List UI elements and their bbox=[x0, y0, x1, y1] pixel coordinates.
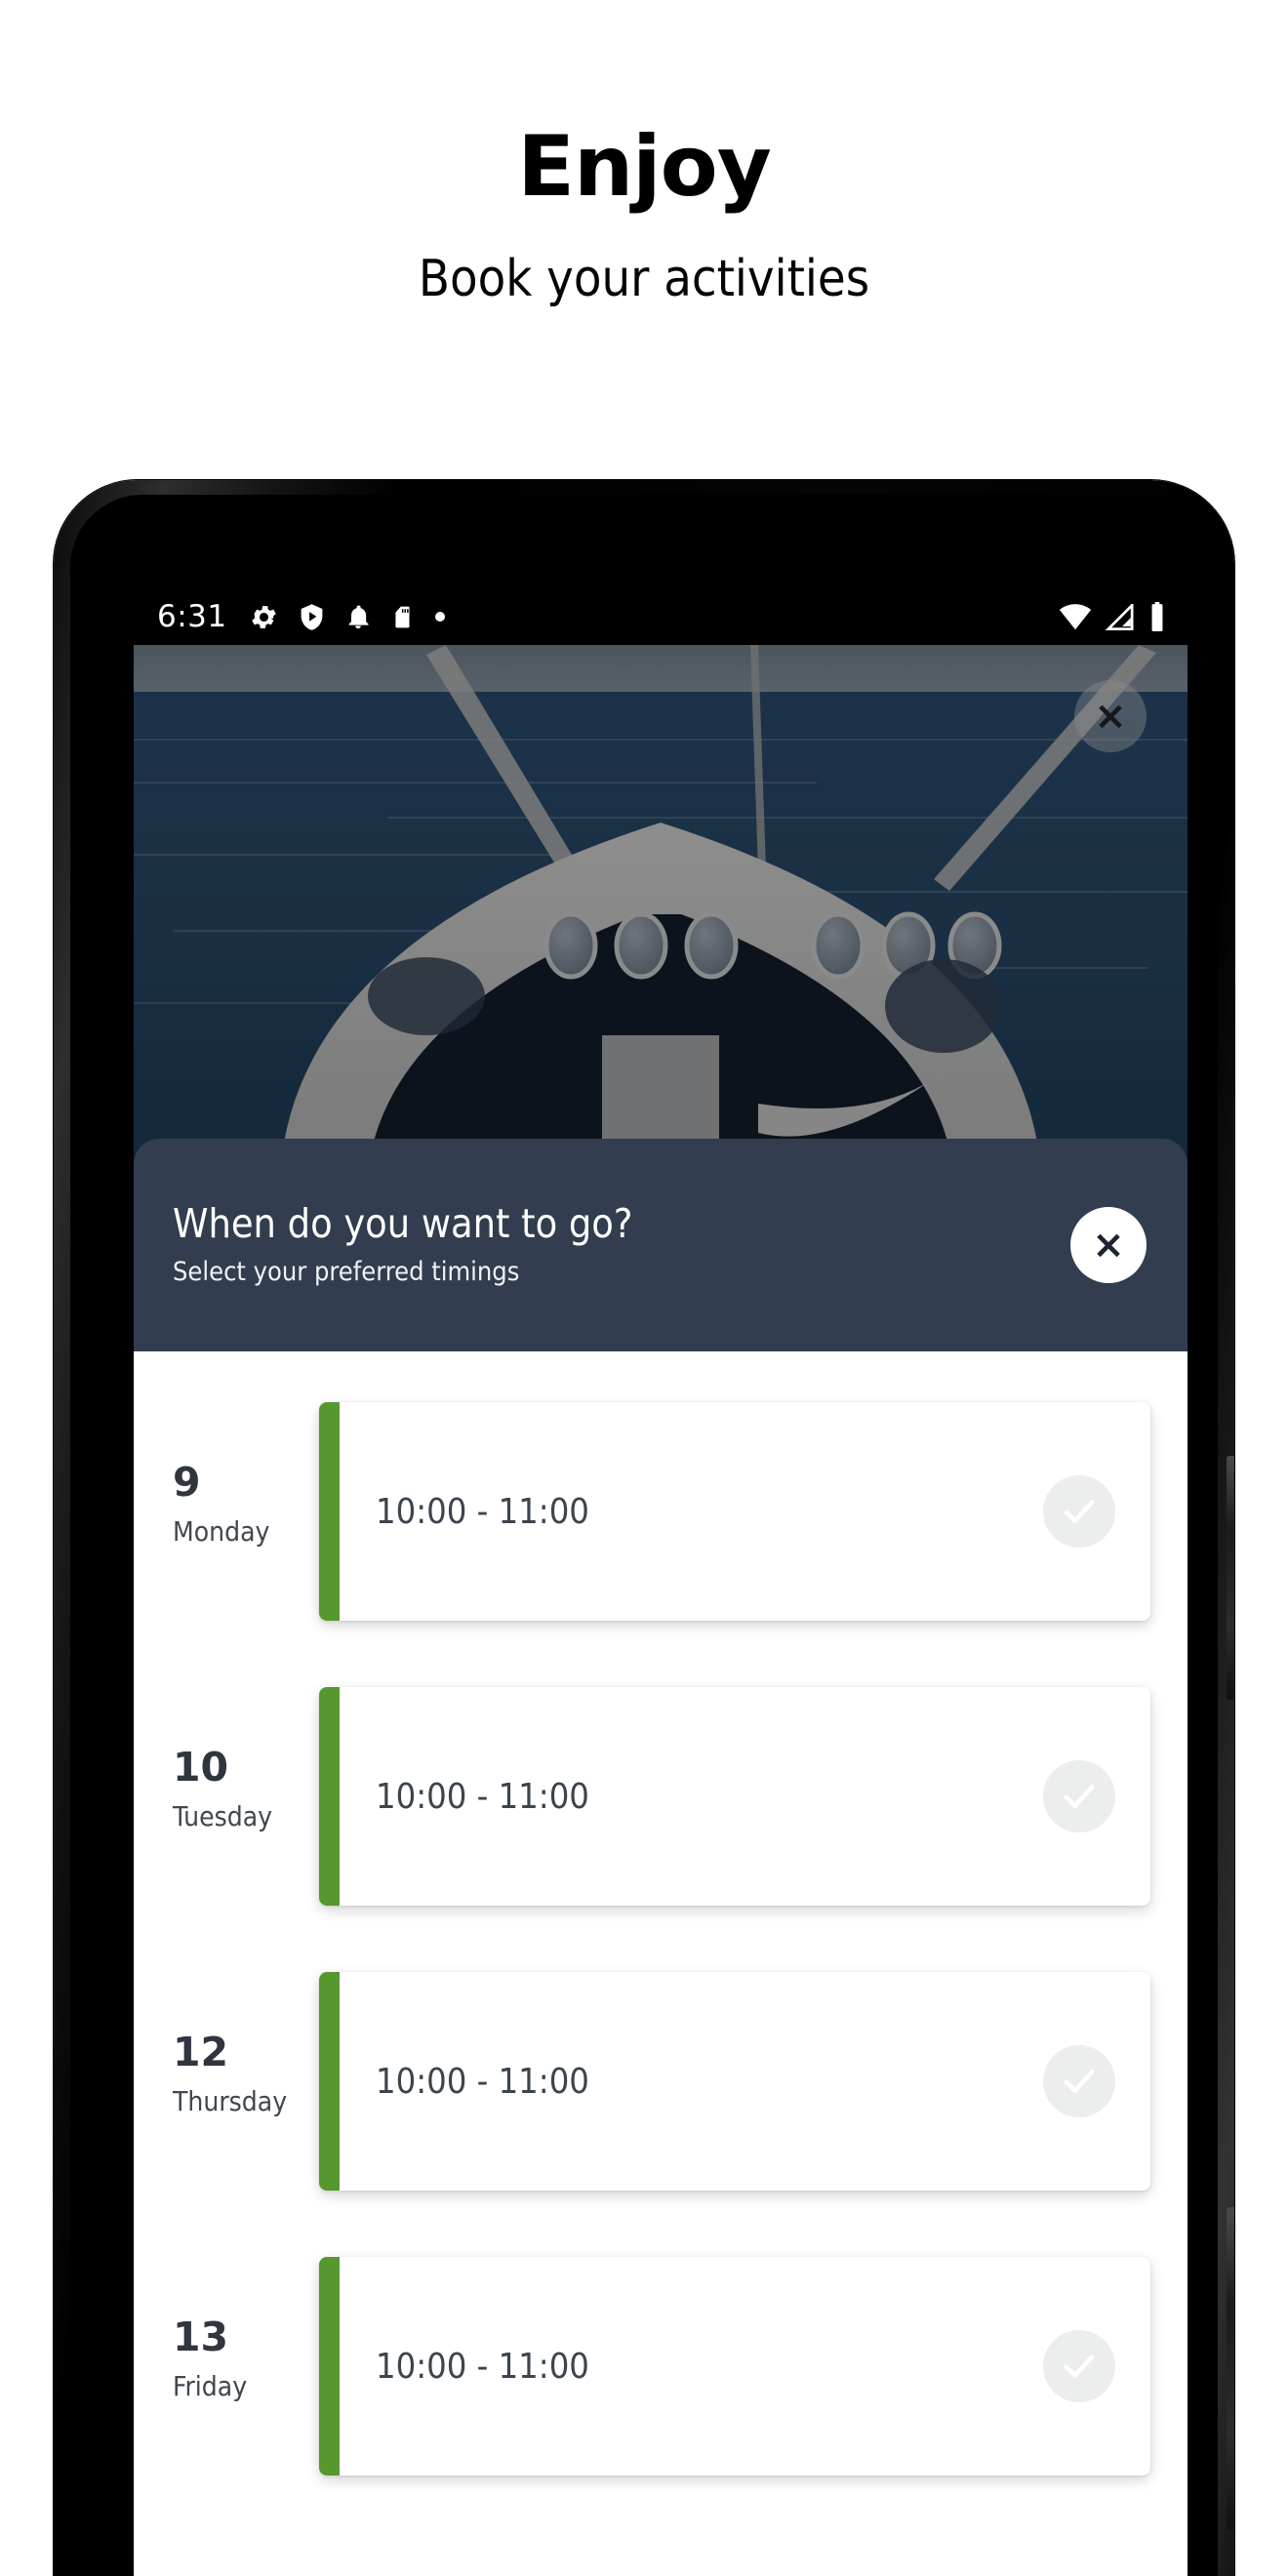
booking-sheet-subtitle: Select your preferred timings bbox=[173, 1257, 520, 1288]
slot-select-checkmark-icon[interactable] bbox=[1043, 2330, 1115, 2402]
wifi-icon bbox=[1059, 603, 1092, 629]
slot-select-checkmark-icon[interactable] bbox=[1043, 1475, 1115, 1548]
power-button[interactable] bbox=[1227, 1456, 1234, 1700]
slot-select-checkmark-icon[interactable] bbox=[1043, 1760, 1115, 1832]
activity-hero-image: × bbox=[134, 645, 1187, 1172]
time-slot-list[interactable]: 9 Monday 10:00 - 11:00 10 Tuesday 10:00 … bbox=[134, 1351, 1187, 2576]
slot-card[interactable]: 10:00 - 11:00 bbox=[319, 2257, 1150, 2475]
slot-time-range: 10:00 - 11:00 bbox=[376, 1491, 589, 1532]
slot-day-name: Friday bbox=[173, 2369, 248, 2402]
slot-accent-bar bbox=[319, 1402, 340, 1621]
slot-day-number: 10 bbox=[173, 1743, 229, 1791]
slot-card[interactable]: 10:00 - 11:00 bbox=[319, 1972, 1150, 2191]
slot-time-range: 10:00 - 11:00 bbox=[376, 1776, 589, 1817]
status-bar: 6:31 bbox=[134, 588, 1187, 645]
slot-card[interactable]: 10:00 - 11:00 bbox=[319, 1687, 1150, 1906]
slot-date: 13 Friday bbox=[173, 2313, 319, 2416]
slot-date: 12 Thursday bbox=[173, 2028, 319, 2131]
page-title: Enjoy bbox=[517, 118, 772, 216]
booking-sheet-title: When do you want to go? bbox=[173, 1200, 633, 1248]
slot-time-range: 10:00 - 11:00 bbox=[376, 2346, 589, 2387]
phone-bezel: 6:31 × When do you want to go? Select yo… bbox=[70, 495, 1218, 2576]
phone-device-frame: 6:31 × When do you want to go? Select yo… bbox=[54, 480, 1234, 2576]
dot-icon bbox=[434, 612, 445, 622]
slot-card[interactable]: 10:00 - 11:00 bbox=[319, 1402, 1150, 1621]
hero-close-icon[interactable]: × bbox=[1074, 680, 1147, 752]
slot-day-name: Thursday bbox=[173, 2084, 288, 2117]
app-content: × When do you want to go? Select your pr… bbox=[134, 645, 1187, 2576]
list-item[interactable]: 13 Friday 10:00 - 11:00 bbox=[134, 2224, 1187, 2509]
volume-button[interactable] bbox=[1227, 2207, 1234, 2529]
booking-sheet-text: When do you want to go? Select your pref… bbox=[173, 1201, 1070, 1289]
shield-play-icon bbox=[301, 603, 322, 630]
list-item[interactable]: 9 Monday 10:00 - 11:00 bbox=[134, 1369, 1187, 1654]
slot-day-number: 9 bbox=[173, 1458, 201, 1506]
battery-icon bbox=[1151, 602, 1163, 631]
slot-day-number: 12 bbox=[173, 2028, 229, 2075]
booking-sheet-header: When do you want to go? Select your pref… bbox=[134, 1139, 1187, 1351]
slot-time-range: 10:00 - 11:00 bbox=[376, 2061, 589, 2102]
slot-day-name: Tuesday bbox=[173, 1799, 273, 1832]
slot-date: 9 Monday bbox=[173, 1458, 319, 1561]
phone-screen: 6:31 × When do you want to go? Select yo… bbox=[134, 563, 1187, 2576]
cellular-signal-icon bbox=[1106, 603, 1134, 630]
hero-overlay-scrim bbox=[134, 645, 1187, 1172]
list-item[interactable]: 12 Thursday 10:00 - 11:00 bbox=[134, 1939, 1187, 2224]
slot-date: 10 Tuesday bbox=[173, 1743, 319, 1846]
slot-accent-bar bbox=[319, 1972, 340, 2191]
slot-accent-bar bbox=[319, 1687, 340, 1906]
slot-day-name: Monday bbox=[173, 1514, 270, 1548]
slot-accent-bar bbox=[319, 2257, 340, 2475]
close-sheet-button[interactable]: × bbox=[1070, 1207, 1147, 1283]
page-subtitle: Book your activities bbox=[418, 250, 870, 308]
status-bar-system-icons bbox=[1059, 602, 1166, 631]
status-bar-clock: 6:31 bbox=[157, 598, 227, 634]
promo-header: Enjoy Book your activities bbox=[0, 0, 1288, 304]
gear-icon bbox=[251, 605, 276, 628]
slot-select-checkmark-icon[interactable] bbox=[1043, 2045, 1115, 2117]
bell-icon bbox=[348, 604, 369, 628]
status-bar-notification-icons bbox=[249, 602, 446, 632]
sd-card-icon bbox=[395, 606, 410, 627]
slot-day-number: 13 bbox=[173, 2313, 229, 2360]
promo-screenshot-page: Enjoy Book your activities 6:31 × When d… bbox=[0, 0, 1288, 2576]
list-item[interactable]: 10 Tuesday 10:00 - 11:00 bbox=[134, 1654, 1187, 1939]
